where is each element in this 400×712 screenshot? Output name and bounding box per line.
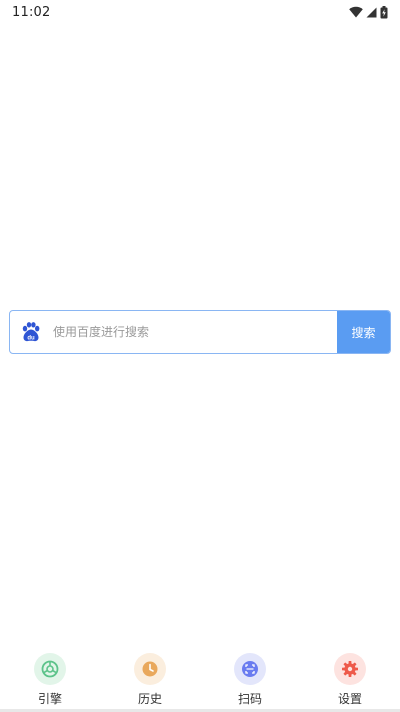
scan-icon [234,653,266,685]
wifi-icon [349,6,363,18]
nav-label-engine: 引擎 [37,692,62,706]
nav-item-settings[interactable]: 设置 [300,646,400,710]
signal-icon [366,7,377,18]
baidu-paw-icon[interactable]: du [10,311,52,353]
status-icons [349,5,388,19]
nav-item-scan[interactable]: 扫码 [200,646,300,710]
battery-charging-icon [380,5,388,19]
nav-label-scan: 扫码 [237,692,262,706]
bottom-nav: 引擎 历史 扫码 设置 [0,646,400,710]
gear-icon [334,653,366,685]
clock-icon [134,653,166,685]
engine-icon [34,653,66,685]
search-input[interactable] [52,311,337,353]
search-button[interactable]: 搜索 [337,311,390,353]
nav-item-history[interactable]: 历史 [100,646,200,710]
nav-label-settings: 设置 [337,692,362,706]
status-time: 11:02 [12,4,51,20]
status-bar: 11:02 [0,0,400,24]
nav-label-history: 历史 [137,692,162,706]
search-bar: du 搜索 [9,310,391,354]
nav-item-engine[interactable]: 引擎 [0,646,100,710]
app-screen: 11:02 du 使用百度进行搜索 搜索 引擎 历史 扫码 设置 [0,0,400,712]
svg-text:du: du [27,335,35,341]
